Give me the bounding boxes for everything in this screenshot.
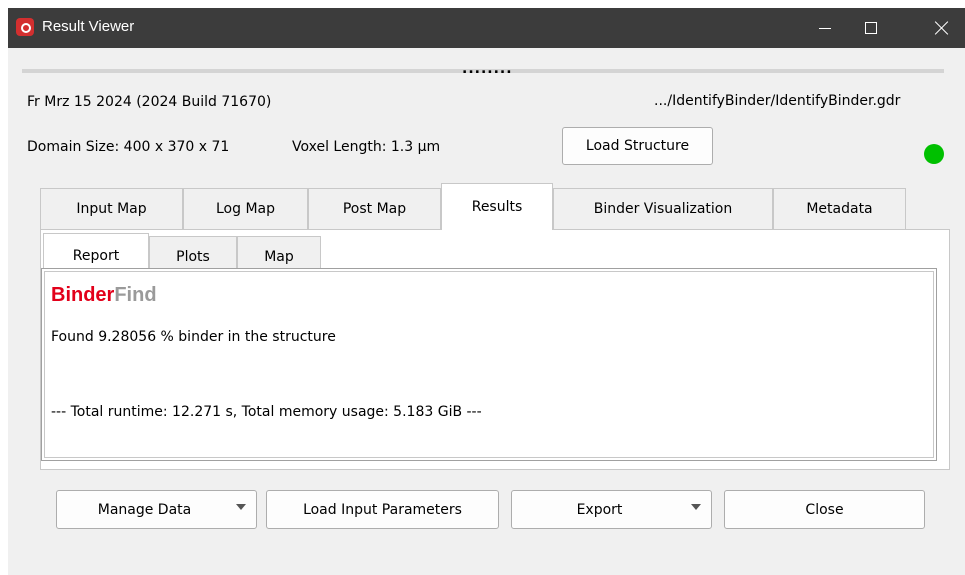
tab-label: Log Map (215, 201, 275, 217)
brand-part2: Find (114, 284, 157, 306)
minimize-icon (819, 27, 831, 29)
load-structure-label: Load Structure (585, 138, 690, 154)
date-build-label: Fr Mrz 15 2024 (2024 Build 71670) (27, 94, 272, 110)
chevron-down-icon (691, 504, 701, 510)
export-label: Export (576, 501, 623, 518)
manage-data-dropdown[interactable]: Manage Data (56, 490, 257, 529)
load-input-parameters-button[interactable]: Load Input Parameters (266, 490, 499, 529)
report-found-line: Found 9.28056 % binder in the structure (51, 329, 336, 345)
tab-binder-visualization[interactable]: Binder Visualization (553, 188, 773, 229)
tab-label: Metadata (806, 201, 873, 217)
file-path-label: .../IdentifyBinder/IdentifyBinder.gdr (654, 93, 901, 109)
subtab-label: Report (72, 247, 120, 264)
app-logo-icon (16, 18, 34, 36)
report-inner-frame: BinderFind Found 9.28056 % binder in the… (44, 271, 934, 458)
result-viewer-window: Result Viewer ........ Fr Mrz 15 2024 (2… (8, 8, 965, 575)
tab-label: Post Map (342, 201, 407, 217)
binderfind-logo: BinderFind (51, 284, 157, 307)
title-bar[interactable]: Result Viewer (8, 8, 965, 48)
minimize-button[interactable] (802, 8, 848, 48)
splitter-grip[interactable]: ........ (462, 62, 513, 76)
tab-label: Results (471, 199, 523, 215)
close-icon (935, 21, 949, 35)
domain-size-label: Domain Size: 400 x 370 x 71 (27, 139, 230, 155)
voxel-length-label: Voxel Length: 1.3 µm (292, 139, 441, 155)
subtab-label: Map (264, 248, 294, 265)
tab-post-map[interactable]: Post Map (308, 188, 441, 229)
close-window-button[interactable] (919, 8, 965, 48)
tab-label: Binder Visualization (593, 201, 733, 217)
tab-log-map[interactable]: Log Map (183, 188, 308, 229)
tab-results[interactable]: Results (441, 183, 553, 230)
close-button[interactable]: Close (724, 490, 925, 529)
maximize-button[interactable] (848, 8, 894, 48)
load-input-label: Load Input Parameters (303, 501, 462, 518)
status-indicator-icon (924, 144, 944, 164)
subtab-label: Plots (176, 248, 210, 265)
manage-data-label: Manage Data (97, 501, 192, 518)
window-title: Result Viewer (42, 18, 135, 35)
report-text-area[interactable]: BinderFind Found 9.28056 % binder in the… (41, 268, 937, 461)
close-label: Close (805, 501, 844, 518)
load-structure-button[interactable]: Load Structure (562, 127, 713, 165)
export-dropdown[interactable]: Export (511, 490, 712, 529)
splitter-handle[interactable]: ........ (22, 62, 944, 76)
report-runtime-line: --- Total runtime: 12.271 s, Total memor… (51, 404, 482, 420)
brand-part1: Binder (51, 284, 115, 306)
tab-metadata[interactable]: Metadata (773, 188, 906, 229)
tab-input-map[interactable]: Input Map (40, 188, 183, 229)
chevron-down-icon (236, 504, 246, 510)
tab-label: Input Map (76, 201, 147, 217)
maximize-icon (865, 22, 877, 34)
